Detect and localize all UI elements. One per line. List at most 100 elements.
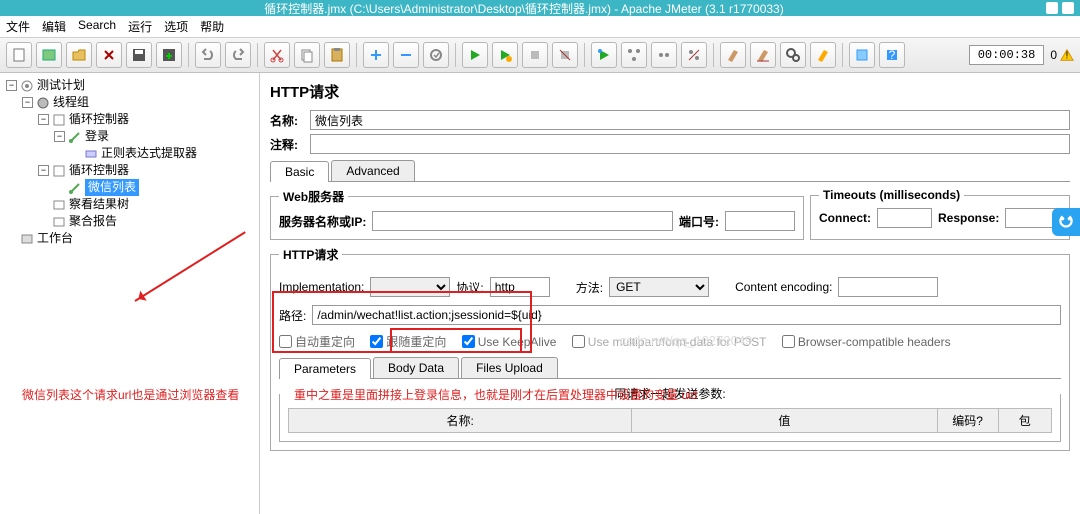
function-helper-button[interactable]	[849, 42, 875, 68]
menu-bar: 文件 编辑 Search 运行 选项 帮助	[0, 16, 1080, 38]
search-button[interactable]	[780, 42, 806, 68]
params-table[interactable]: 名称: 值 编码? 包	[288, 408, 1052, 433]
port-input[interactable]	[725, 211, 795, 231]
tree-loop-1[interactable]: 循环控制器	[69, 111, 129, 128]
encoding-label: Content encoding:	[735, 280, 832, 294]
remote-shutdown-button[interactable]	[681, 42, 707, 68]
menu-help[interactable]: 帮助	[200, 18, 224, 35]
listener-icon	[52, 198, 66, 212]
twisty-icon[interactable]: −	[22, 97, 33, 108]
stop-button[interactable]	[522, 42, 548, 68]
menu-run[interactable]: 运行	[128, 18, 152, 35]
server-input[interactable]	[372, 211, 673, 231]
twisty-icon[interactable]: −	[54, 131, 65, 142]
menu-edit[interactable]: 编辑	[42, 18, 66, 35]
remote-start-all-button[interactable]	[621, 42, 647, 68]
annotation-text-1: 微信列表这个请求url也是通过浏览器查看	[22, 386, 239, 403]
col-value: 值	[632, 409, 937, 433]
tab-basic[interactable]: Basic	[270, 161, 329, 182]
tree-aggregate[interactable]: 聚合报告	[69, 213, 117, 230]
twisty-icon[interactable]: −	[6, 80, 17, 91]
undo-button[interactable]	[195, 42, 221, 68]
tree-test-plan[interactable]: 测试计划	[37, 77, 85, 94]
testplan-icon	[20, 79, 34, 93]
menu-options[interactable]: 选项	[164, 18, 188, 35]
tab-body-data[interactable]: Body Data	[373, 357, 459, 378]
minimize-icon[interactable]	[1046, 2, 1058, 14]
tab-parameters[interactable]: Parameters	[279, 358, 371, 379]
tree-login[interactable]: 登录	[85, 128, 109, 145]
tree-thread-group[interactable]: 线程组	[53, 94, 89, 111]
connect-label: Connect:	[819, 211, 871, 225]
sampler-icon	[68, 130, 82, 144]
save-as-button[interactable]	[156, 42, 182, 68]
config-tabs: Basic Advanced	[270, 160, 1070, 182]
open-button[interactable]	[66, 42, 92, 68]
paste-button[interactable]	[324, 42, 350, 68]
svg-text:?: ?	[889, 48, 896, 62]
window-titlebar: 循环控制器.jmx (C:\Users\Administrator\Deskto…	[0, 0, 1080, 16]
warning-icon: !	[1060, 48, 1074, 62]
method-select[interactable]: GET	[609, 277, 709, 297]
auto-redirect-checkbox[interactable]: 自动重定向	[279, 333, 355, 350]
tree-wechat[interactable]: 微信列表	[85, 179, 139, 196]
menu-file[interactable]: 文件	[6, 18, 30, 35]
collapse-button[interactable]	[393, 42, 419, 68]
redo-button[interactable]	[225, 42, 251, 68]
tab-advanced[interactable]: Advanced	[331, 160, 414, 181]
tree-loop-2[interactable]: 循环控制器	[69, 162, 129, 179]
impl-select[interactable]	[370, 277, 450, 297]
new-button[interactable]	[6, 42, 32, 68]
keepalive-checkbox[interactable]: Use KeepAlive	[462, 335, 557, 349]
test-plan-tree[interactable]: −测试计划 −线程组 −循环控制器 −登录 正则表达式提取器 −循环控制器 微信…	[0, 73, 260, 514]
twisty-icon[interactable]: −	[38, 114, 49, 125]
follow-redirect-checkbox[interactable]: 跟随重定向	[370, 333, 446, 350]
browser-compat-checkbox[interactable]: Browser-compatible headers	[782, 335, 951, 349]
tab-files-upload[interactable]: Files Upload	[461, 357, 558, 378]
elapsed-timer: 00:00:38	[969, 45, 1045, 65]
name-input[interactable]	[310, 110, 1070, 130]
reset-search-button[interactable]	[810, 42, 836, 68]
multipart-checkbox[interactable]: Use multipart/form-data for POST	[572, 335, 767, 349]
side-float-icon[interactable]	[1052, 208, 1080, 236]
clear-button[interactable]	[720, 42, 746, 68]
svg-text:!: !	[1066, 50, 1069, 62]
maximize-icon[interactable]	[1062, 2, 1074, 14]
webserver-fieldset: Web服务器 服务器名称或IP: 端口号:	[270, 188, 804, 240]
loop-icon	[52, 113, 66, 127]
timeouts-legend: Timeouts (milliseconds)	[819, 188, 964, 202]
expand-button[interactable]	[363, 42, 389, 68]
help-button[interactable]: ?	[879, 42, 905, 68]
loop-icon	[52, 164, 66, 178]
tree-regex[interactable]: 正则表达式提取器	[101, 145, 197, 162]
cut-button[interactable]	[264, 42, 290, 68]
protocol-input[interactable]	[490, 277, 550, 297]
col-include: 包	[998, 409, 1051, 433]
remote-stop-button[interactable]	[651, 42, 677, 68]
encoding-input[interactable]	[838, 277, 938, 297]
menu-search[interactable]: Search	[78, 18, 116, 35]
remote-start-button[interactable]	[591, 42, 617, 68]
tree-results[interactable]: 察看结果树	[69, 196, 129, 213]
clear-all-button[interactable]	[750, 42, 776, 68]
twisty-icon[interactable]: −	[38, 165, 49, 176]
server-label: 服务器名称或IP:	[279, 213, 366, 230]
http-request-fieldset: HTTP请求 Implementation: 协议: 方法: GET Conte…	[270, 246, 1070, 451]
col-encode: 编码?	[937, 409, 998, 433]
start-no-timers-button[interactable]	[492, 42, 518, 68]
shutdown-button[interactable]	[552, 42, 578, 68]
save-button[interactable]	[126, 42, 152, 68]
templates-button[interactable]	[36, 42, 62, 68]
toggle-button[interactable]	[423, 42, 449, 68]
protocol-label: 协议:	[456, 279, 483, 296]
copy-button[interactable]	[294, 42, 320, 68]
path-input[interactable]	[312, 305, 1061, 325]
tree-workbench[interactable]: 工作台	[37, 230, 73, 247]
window-title: 循环控制器.jmx (C:\Users\Administrator\Deskto…	[264, 0, 783, 17]
connect-input[interactable]	[877, 208, 932, 228]
comment-input[interactable]	[310, 134, 1070, 154]
close-button[interactable]	[96, 42, 122, 68]
threadgroup-icon	[36, 96, 50, 110]
start-button[interactable]	[462, 42, 488, 68]
workbench-icon	[20, 232, 34, 246]
